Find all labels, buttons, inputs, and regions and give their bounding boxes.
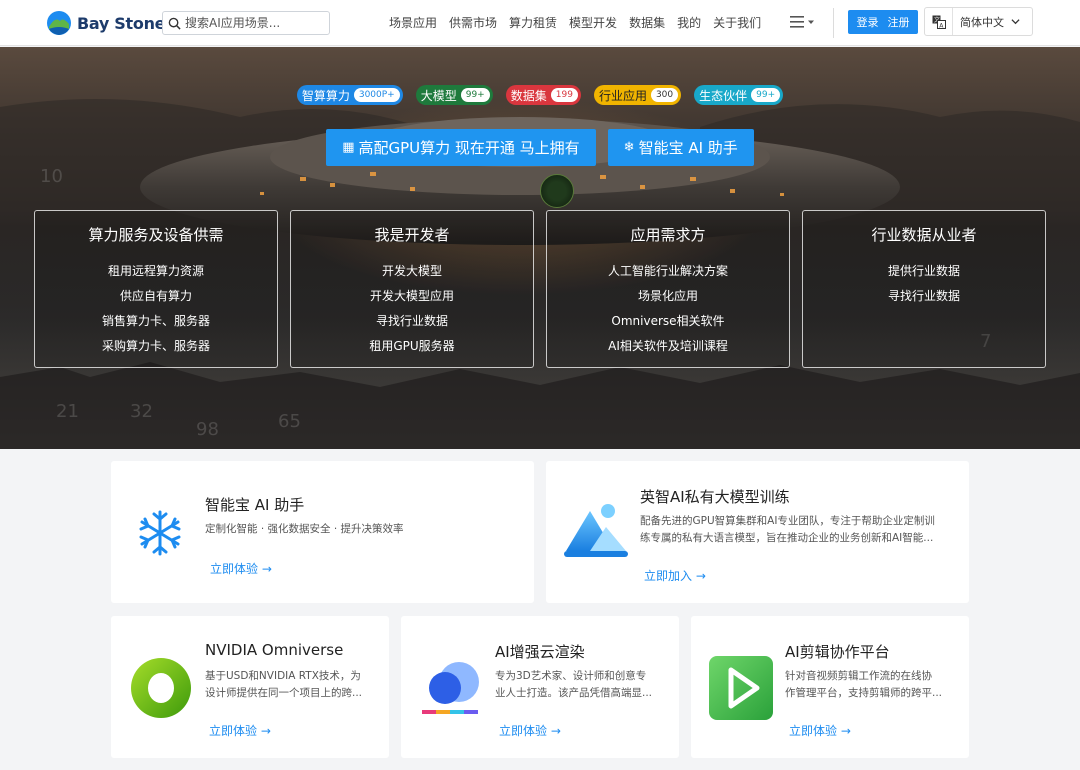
- nav-about[interactable]: 关于我们: [713, 14, 761, 31]
- menu-icon: [790, 16, 804, 28]
- mountain-image-icon: [564, 504, 628, 557]
- omniverse-logo-icon: [131, 658, 191, 718]
- panel-link[interactable]: 供应自有算力: [120, 284, 192, 309]
- card-title: 英智AI私有大模型训练: [640, 488, 790, 506]
- svg-text:98: 98: [196, 419, 219, 440]
- card-title: AI增强云渲染: [495, 643, 585, 661]
- main-nav: 场景应用 供需市场 算力租赁 模型开发 数据集 我的 关于我们: [389, 14, 761, 31]
- panel-link[interactable]: 销售算力卡、服务器: [102, 309, 210, 334]
- search-input[interactable]: [185, 16, 325, 30]
- panel-data-practitioner: 行业数据从业者 提供行业数据 寻找行业数据: [802, 210, 1046, 368]
- panel-link[interactable]: 人工智能行业解决方案: [608, 259, 728, 284]
- panel-link[interactable]: 开发大模型应用: [370, 284, 454, 309]
- nav-model-dev[interactable]: 模型开发: [569, 14, 617, 31]
- snowflake-icon: [139, 510, 181, 556]
- logo[interactable]: Bay Stone: [46, 9, 166, 37]
- login-button[interactable]: 登录: [857, 14, 879, 30]
- panel-link[interactable]: 开发大模型: [382, 259, 442, 284]
- badge-compute[interactable]: 智算算力 3000P+: [296, 85, 403, 105]
- try-now-link[interactable]: 立即体验 →: [210, 560, 272, 577]
- more-menu[interactable]: [789, 15, 814, 29]
- top-header: Bay Stone 场景应用 供需市场 算力租赁 模型开发 数据集 我的 关于我…: [0, 0, 1080, 46]
- panel-link[interactable]: 租用GPU服务器: [369, 334, 454, 359]
- panel-link[interactable]: 采购算力卡、服务器: [102, 334, 210, 359]
- badge-count: 300: [650, 88, 679, 102]
- panel-link[interactable]: Omniverse相关软件: [611, 309, 724, 334]
- badge-partners[interactable]: 生态伙伴 99+: [694, 85, 784, 105]
- hero-banner: 21 32 98 65 10 7 智算算力 3000P+ 大模型 99+ 数据集 199…: [0, 47, 1080, 449]
- snowflake-icon: ❄: [623, 140, 635, 155]
- panel-link[interactable]: 租用远程算力资源: [108, 259, 204, 284]
- panel-developer: 我是开发者 开发大模型 开发大模型应用 寻找行业数据 租用GPU服务器: [290, 210, 534, 368]
- cloud-render-icon: [422, 662, 479, 714]
- try-now-link[interactable]: 立即体验 →: [499, 722, 561, 739]
- badge-industry-apps[interactable]: 行业应用 300: [593, 85, 682, 105]
- stat-badges: 智算算力 3000P+ 大模型 99+ 数据集 199 行业应用 300 生态伙…: [0, 85, 1080, 105]
- card-title: NVIDIA Omniverse: [205, 641, 344, 659]
- join-now-link[interactable]: 立即加入 →: [644, 567, 706, 584]
- panel-app-demand: 应用需求方 人工智能行业解决方案 场景化应用 Omniverse相关软件 AI相…: [546, 210, 790, 368]
- nav-scenarios[interactable]: 场景应用: [389, 14, 437, 31]
- play-icon: [709, 656, 773, 720]
- search-box[interactable]: [162, 11, 330, 35]
- card-desc: 基于USD和NVIDIA RTX技术，为 设计师提供在同一个项目上的跨...: [205, 670, 363, 699]
- card-desc: 专为3D艺术家、设计师和创意专 业人士打造。该产品凭借高端显...: [495, 670, 653, 699]
- gpu-compute-button[interactable]: ▦ 高配GPU算力 现在开通 马上拥有: [326, 129, 596, 166]
- card-llm-training[interactable]: 英智AI私有大模型训练 配备先进的GPU智算集群和AI专业团队，专注于帮助企业定…: [546, 461, 969, 603]
- card-cloud-render[interactable]: AI增强云渲染 专为3D艺术家、设计师和创意专 业人士打造。该产品凭借高端显..…: [401, 616, 679, 758]
- panel-title: 应用需求方: [630, 226, 706, 244]
- nav-compute-rental[interactable]: 算力租赁: [509, 14, 557, 31]
- panel-title: 算力服务及设备供需: [88, 226, 224, 244]
- caret-down-icon: [808, 20, 814, 24]
- svg-text:65: 65: [278, 411, 301, 432]
- server-icon: ▦: [342, 140, 355, 155]
- search-icon: [168, 17, 181, 30]
- language-label: 简体中文: [960, 15, 1004, 29]
- badge-models[interactable]: 大模型 99+: [415, 85, 493, 105]
- panel-link[interactable]: AI相关软件及培训课程: [608, 334, 728, 359]
- badge-count: 99+: [751, 88, 781, 102]
- panel-link[interactable]: 寻找行业数据: [888, 284, 960, 309]
- panel-compute-supply: 算力服务及设备供需 租用远程算力资源 供应自有算力 销售算力卡、服务器 采购算力…: [34, 210, 278, 368]
- card-omniverse[interactable]: NVIDIA Omniverse 基于USD和NVIDIA RTX技术，为 设计…: [111, 616, 389, 758]
- card-title: AI剪辑协作平台: [785, 643, 890, 661]
- ai-assistant-button[interactable]: ❄ 智能宝 AI 助手: [607, 129, 754, 166]
- panel-title: 我是开发者: [374, 226, 450, 244]
- svg-text:21: 21: [56, 401, 79, 422]
- panel-link[interactable]: 寻找行业数据: [376, 309, 448, 334]
- card-desc: 定制化智能 · 强化数据安全 · 提升决策效率: [205, 523, 404, 535]
- card-title: 智能宝 AI 助手: [205, 496, 305, 514]
- chevron-down-icon: [1011, 19, 1020, 25]
- card-ai-assistant[interactable]: 智能宝 AI 助手 定制化智能 · 强化数据安全 · 提升决策效率 立即体验 →: [111, 461, 534, 603]
- svg-text:10: 10: [40, 166, 63, 187]
- auth-buttons: 登录 注册: [848, 10, 918, 34]
- badge-count: 3000P+: [353, 88, 400, 102]
- svg-text:32: 32: [130, 401, 153, 422]
- card-ai-edit[interactable]: AI剪辑协作平台 针对音视频剪辑工作流的在线协 作管理平台，支持剪辑师的跨平..…: [691, 616, 969, 758]
- language-selector[interactable]: 文 A 简体中文: [924, 7, 1033, 36]
- translate-icon: 文 A: [925, 8, 953, 35]
- try-now-link[interactable]: 立即体验 →: [209, 722, 271, 739]
- cta-row: ▦ 高配GPU算力 现在开通 马上拥有 ❄ 智能宝 AI 助手: [0, 129, 1080, 166]
- panel-title: 行业数据从业者: [871, 226, 977, 244]
- nav-market[interactable]: 供需市场: [449, 14, 497, 31]
- card-desc: 配备先进的GPU智算集群和AI专业团队，专注于帮助企业定制训 练专属的私有大语言…: [640, 515, 935, 544]
- panel-link[interactable]: 提供行业数据: [888, 259, 960, 284]
- baystone-logo-icon: [47, 11, 71, 35]
- role-panels: 算力服务及设备供需 租用远程算力资源 供应自有算力 销售算力卡、服务器 采购算力…: [34, 210, 1046, 368]
- badge-count: 99+: [460, 88, 490, 102]
- nav-datasets[interactable]: 数据集: [629, 14, 665, 31]
- panel-link[interactable]: 场景化应用: [638, 284, 698, 309]
- card-desc: 针对音视频剪辑工作流的在线协 作管理平台，支持剪辑师的跨平...: [785, 670, 943, 699]
- emblem-icon: [540, 174, 574, 208]
- badge-datasets[interactable]: 数据集 199: [505, 85, 581, 105]
- nav-mine[interactable]: 我的: [677, 14, 701, 31]
- badge-count: 199: [550, 88, 578, 102]
- logo-text: Bay Stone: [77, 13, 166, 33]
- register-button[interactable]: 注册: [888, 14, 910, 30]
- header-divider: [833, 8, 834, 38]
- try-now-link[interactable]: 立即体验 →: [789, 722, 851, 739]
